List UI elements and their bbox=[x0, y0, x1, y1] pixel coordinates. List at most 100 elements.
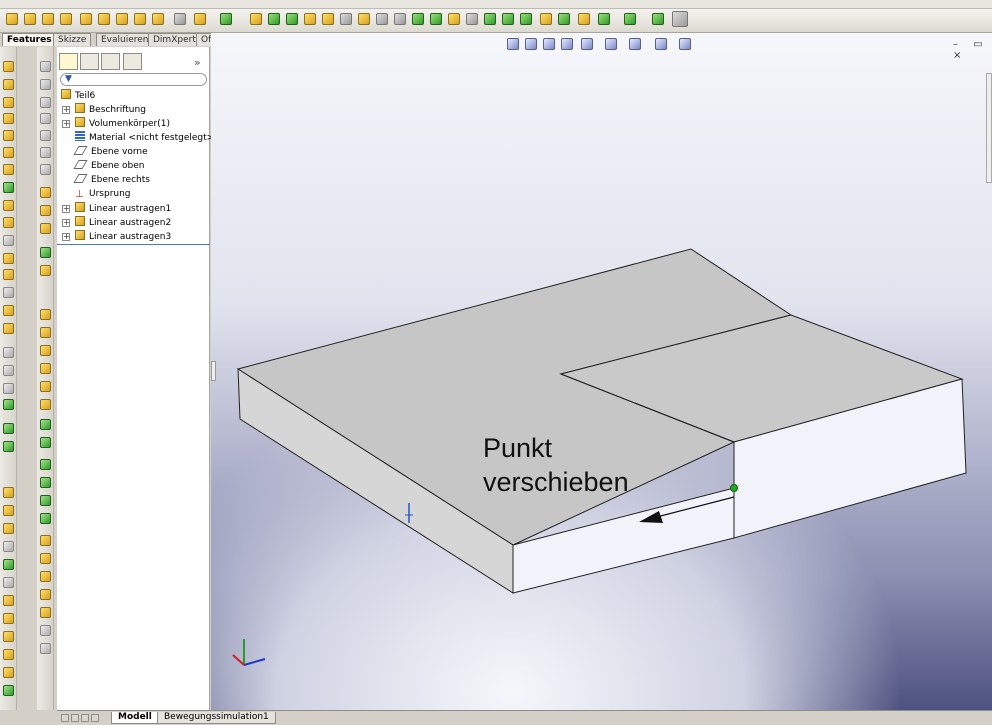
geometric-tolerance-icon[interactable] bbox=[3, 577, 14, 588]
tab-dimxpert[interactable]: DimXpert bbox=[148, 33, 201, 46]
copy-scheme-icon[interactable] bbox=[3, 649, 14, 660]
draft-icon[interactable] bbox=[250, 13, 262, 25]
plane-icon[interactable] bbox=[40, 61, 51, 72]
dimxpert-icon[interactable] bbox=[3, 487, 14, 498]
tree-item-ebene-rechts[interactable]: Ebene rechts bbox=[75, 173, 150, 187]
instant3d-toggle-icon[interactable] bbox=[672, 11, 688, 27]
projected-curve-icon[interactable] bbox=[3, 365, 14, 376]
shell-icon[interactable] bbox=[268, 13, 280, 25]
feature-tree-filter[interactable]: ▼ bbox=[60, 73, 207, 86]
expand-icon[interactable]: + bbox=[62, 205, 70, 213]
replace-face-icon[interactable] bbox=[40, 553, 51, 564]
tab-skizze[interactable]: Skizze bbox=[53, 33, 92, 46]
auto-dimension-icon[interactable] bbox=[3, 613, 14, 624]
next-tab-icon[interactable] bbox=[81, 714, 89, 722]
surface-revolve-icon[interactable] bbox=[40, 327, 51, 338]
configuration-manager-tab[interactable] bbox=[101, 53, 120, 70]
show-tolerance-status-icon[interactable] bbox=[3, 631, 14, 642]
split-icon[interactable] bbox=[412, 13, 424, 25]
delete-face-icon[interactable] bbox=[40, 265, 51, 276]
revolve-icon[interactable] bbox=[98, 13, 110, 25]
rollback-bar[interactable] bbox=[57, 244, 210, 245]
shell-icon[interactable] bbox=[3, 253, 14, 264]
center-of-mass-icon[interactable] bbox=[40, 164, 51, 175]
dome-icon[interactable] bbox=[3, 305, 14, 316]
delete-face-icon[interactable] bbox=[578, 13, 590, 25]
split-line-icon[interactable] bbox=[3, 347, 14, 358]
save-icon[interactable] bbox=[42, 13, 54, 25]
offset-surface-icon[interactable] bbox=[40, 437, 51, 448]
mirror-icon[interactable] bbox=[3, 323, 14, 334]
tab-evaluieren[interactable]: Evaluieren bbox=[96, 33, 154, 46]
combine-icon[interactable] bbox=[430, 13, 442, 25]
pattern-feature-icon[interactable] bbox=[3, 541, 14, 552]
untrim-surface-icon[interactable] bbox=[40, 571, 51, 582]
cut-extrude-icon[interactable] bbox=[3, 130, 14, 141]
cut-sweep-icon[interactable] bbox=[3, 164, 14, 175]
dimxpert-manager-tab[interactable] bbox=[123, 53, 142, 70]
tree-item-linear-austragen2[interactable]: + Linear austragen2 bbox=[62, 216, 171, 230]
wrap-icon[interactable] bbox=[3, 287, 14, 298]
sketch-icon[interactable] bbox=[40, 187, 51, 198]
last-tab-icon[interactable] bbox=[91, 714, 99, 722]
delete-scheme-icon[interactable] bbox=[3, 667, 14, 678]
planar-surface-icon[interactable] bbox=[40, 419, 51, 430]
chamfer-icon[interactable] bbox=[502, 13, 514, 25]
sweep-icon[interactable] bbox=[3, 97, 14, 108]
fillet-icon[interactable] bbox=[3, 200, 14, 211]
tree-item-beschriftung[interactable]: + Beschriftung bbox=[62, 103, 146, 117]
axis-icon[interactable] bbox=[40, 79, 51, 90]
bounding-box-icon[interactable] bbox=[40, 147, 51, 158]
boundary-surface-icon[interactable] bbox=[40, 381, 51, 392]
chamfer-icon[interactable] bbox=[3, 217, 14, 228]
3d-sketch-icon[interactable] bbox=[40, 205, 51, 216]
draft-icon[interactable] bbox=[3, 269, 14, 280]
tolerance-analysis-icon[interactable] bbox=[3, 685, 14, 696]
surface-sweep-icon[interactable] bbox=[40, 345, 51, 356]
datum-icon[interactable] bbox=[3, 559, 14, 570]
tab-bewegungssimulation[interactable]: Bewegungssimulation1 bbox=[157, 712, 276, 724]
extrude-boss-icon[interactable] bbox=[80, 13, 92, 25]
freeform-icon[interactable] bbox=[40, 643, 51, 654]
first-tab-icon[interactable] bbox=[61, 714, 69, 722]
smart-dimension-icon[interactable] bbox=[40, 223, 51, 234]
surface-loft-icon[interactable] bbox=[40, 363, 51, 374]
tree-item-linear-austragen1[interactable]: + Linear austragen1 bbox=[62, 202, 171, 216]
cut-revolve-icon[interactable] bbox=[3, 147, 14, 158]
tree-item-linear-austragen3[interactable]: + Linear austragen3 bbox=[62, 230, 171, 244]
hole-wizard-icon[interactable] bbox=[484, 13, 496, 25]
curves-dropdown-icon[interactable] bbox=[624, 13, 636, 25]
point-icon[interactable] bbox=[40, 113, 51, 124]
expand-icon[interactable]: + bbox=[62, 120, 70, 128]
print-icon[interactable] bbox=[60, 13, 72, 25]
move-face-icon[interactable] bbox=[40, 247, 51, 258]
composite-curve-icon[interactable] bbox=[3, 399, 14, 410]
tab-features[interactable]: Features bbox=[2, 33, 57, 46]
prev-tab-icon[interactable] bbox=[71, 714, 79, 722]
expand-icon[interactable]: + bbox=[62, 219, 70, 227]
tab-modell[interactable]: Modell bbox=[111, 712, 159, 724]
cut-loft-icon[interactable] bbox=[3, 182, 14, 193]
tree-item-material[interactable]: Material <nicht festgelegt> bbox=[75, 131, 214, 145]
mirror-icon[interactable] bbox=[286, 13, 298, 25]
indent-icon[interactable] bbox=[376, 13, 388, 25]
intersect-icon[interactable] bbox=[448, 13, 460, 25]
revolve-icon[interactable] bbox=[3, 79, 14, 90]
fillet-icon[interactable] bbox=[194, 13, 206, 25]
tree-item-ebene-vorne[interactable]: Ebene vorne bbox=[75, 145, 148, 159]
loft-icon[interactable] bbox=[134, 13, 146, 25]
equation-icon[interactable] bbox=[652, 13, 664, 25]
tree-item-ursprung[interactable]: ⊥ Ursprung bbox=[75, 187, 131, 201]
tree-root[interactable]: Teil6 bbox=[61, 89, 95, 103]
helix-icon[interactable] bbox=[3, 383, 14, 394]
reference-geometry-icon[interactable] bbox=[540, 13, 552, 25]
curve-icon[interactable] bbox=[520, 13, 532, 25]
rib-icon[interactable] bbox=[3, 235, 14, 246]
knit-surface-icon[interactable] bbox=[40, 513, 51, 524]
expand-chevron-icon[interactable]: » bbox=[194, 56, 201, 69]
location-dimension-icon[interactable] bbox=[3, 523, 14, 534]
graphics-area[interactable]: – ▭ × Punkt verschieben bbox=[211, 33, 992, 710]
rib-icon[interactable] bbox=[174, 13, 186, 25]
open-icon[interactable] bbox=[24, 13, 36, 25]
linear-pattern-icon[interactable] bbox=[220, 13, 232, 25]
